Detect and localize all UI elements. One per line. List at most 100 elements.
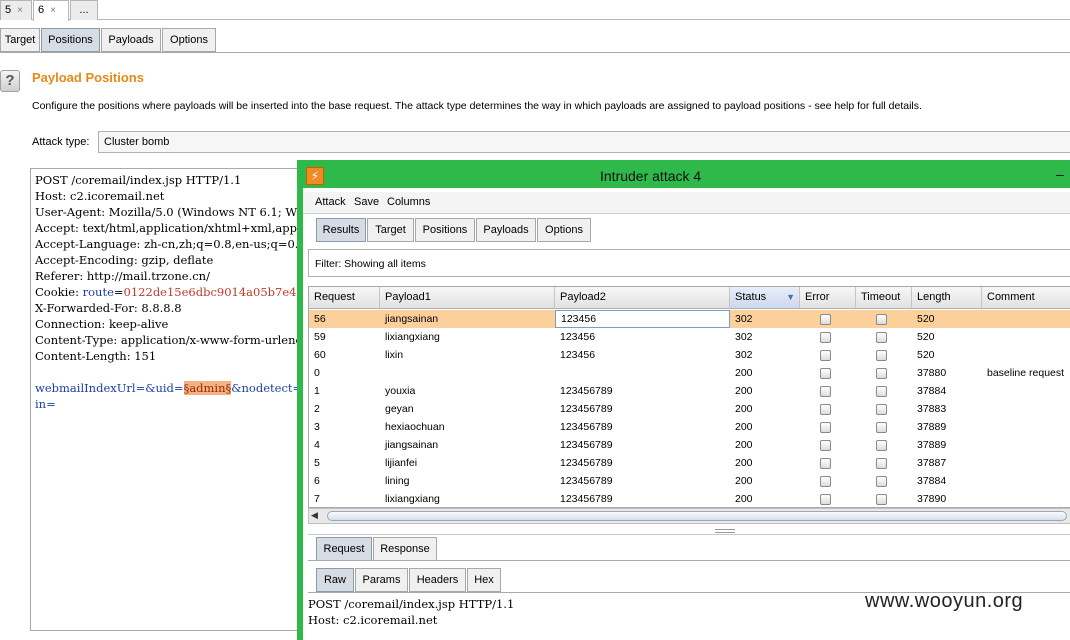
cell-request: 60	[314, 349, 326, 361]
table-row[interactable]: 6 lining 123456789 200 37884	[309, 472, 1070, 490]
timeout-checkbox[interactable]	[876, 440, 887, 451]
error-checkbox[interactable]	[820, 494, 831, 505]
cell-request: 6	[314, 475, 320, 487]
tab-positions[interactable]: Positions	[41, 28, 100, 52]
filter-bar[interactable]: Filter: Showing all items	[308, 249, 1070, 277]
timeout-checkbox[interactable]	[876, 332, 887, 343]
cell-request: 56	[314, 313, 326, 325]
cell-timeout	[856, 418, 912, 436]
minimize-icon[interactable]: –	[1056, 166, 1064, 182]
tab-request[interactable]: Request	[316, 537, 372, 561]
error-checkbox[interactable]	[820, 386, 831, 397]
timeout-checkbox[interactable]	[876, 494, 887, 505]
cell-payload2: 123456	[560, 349, 596, 361]
scrollbar-thumb[interactable]	[327, 511, 1067, 521]
menu-columns[interactable]: Columns	[387, 196, 430, 208]
menu-save[interactable]: Save	[354, 196, 379, 208]
column-header-request[interactable]: Request	[309, 287, 380, 309]
intruder-sub-tabs: Target Positions Payloads Options	[0, 28, 1070, 52]
cell-status: 200	[735, 457, 753, 469]
table-row[interactable]: 7 lixiangxiang 123456789 200 37890	[309, 490, 1070, 507]
close-icon[interactable]: ×	[17, 5, 23, 16]
table-row[interactable]: 5 lijianfei 123456789 200 37887	[309, 454, 1070, 472]
error-checkbox[interactable]	[820, 458, 831, 469]
request-tab-5[interactable]: 5 ×	[0, 0, 32, 20]
request-tab-label: 6	[38, 4, 45, 16]
close-icon[interactable]: ×	[50, 5, 56, 16]
tab-options[interactable]: Options	[162, 28, 216, 52]
timeout-checkbox[interactable]	[876, 422, 887, 433]
error-checkbox[interactable]	[820, 404, 831, 415]
menu-attack[interactable]: Attack	[315, 196, 346, 208]
attack-type-select[interactable]: Cluster bomb	[98, 131, 1070, 153]
cell-length: 37889	[917, 421, 947, 433]
cell-comment	[982, 382, 1070, 400]
error-checkbox[interactable]	[820, 368, 831, 379]
timeout-checkbox[interactable]	[876, 458, 887, 469]
tab-headers[interactable]: Headers	[409, 568, 466, 592]
help-icon[interactable]: ?	[0, 70, 20, 92]
table-row[interactable]: 59 lixiangxiang 123456 302 520	[309, 328, 1070, 346]
error-checkbox[interactable]	[820, 350, 831, 361]
timeout-checkbox[interactable]	[876, 314, 887, 325]
request-editor[interactable]: POST /coremail/index.jsp HTTP/1.1 Host: …	[30, 168, 330, 631]
cell-request: 4	[314, 439, 320, 451]
split-pane-handle[interactable]	[715, 529, 735, 533]
column-header-payload2[interactable]: Payload2	[555, 287, 730, 309]
error-checkbox[interactable]	[820, 476, 831, 487]
timeout-checkbox[interactable]	[876, 386, 887, 397]
cell-payload2: 123456789	[560, 403, 613, 415]
cell-status: 200	[735, 367, 753, 379]
payload-position-marker[interactable]: §admin§	[183, 381, 232, 395]
table-row[interactable]: 60 lixin 123456 302 520	[309, 346, 1070, 364]
tab-target[interactable]: Target	[367, 218, 414, 242]
column-header-length[interactable]: Length	[912, 287, 982, 309]
table-row[interactable]: 2 geyan 123456789 200 37883	[309, 400, 1070, 418]
column-header-status[interactable]: Status ▼	[730, 287, 800, 309]
tab-raw[interactable]: Raw	[316, 568, 354, 592]
horizontal-scrollbar[interactable]: ◀	[308, 508, 1070, 524]
tab-params[interactable]: Params	[355, 568, 408, 592]
scroll-left-icon[interactable]: ◀	[311, 510, 318, 521]
table-row[interactable]: 0 200 37880 baseline request	[309, 364, 1070, 382]
timeout-checkbox[interactable]	[876, 404, 887, 415]
error-checkbox[interactable]	[820, 314, 831, 325]
table-row[interactable]: 3 hexiaochuan 123456789 200 37889	[309, 418, 1070, 436]
table-row[interactable]: 4 jiangsainan 123456789 200 37889	[309, 436, 1070, 454]
column-header-comment[interactable]: Comment	[982, 287, 1070, 309]
request-line: Accept: text/html,application/xhtml+xml,…	[35, 221, 329, 235]
cell-length: 37889	[917, 439, 947, 451]
request-tab-more[interactable]: ...	[70, 0, 98, 20]
tab-payloads[interactable]: Payloads	[101, 28, 161, 52]
cell-timeout	[856, 364, 912, 382]
filter-text: Filter: Showing all items	[315, 258, 426, 270]
timeout-checkbox[interactable]	[876, 476, 887, 487]
cell-timeout	[856, 328, 912, 346]
timeout-checkbox[interactable]	[876, 350, 887, 361]
cookie-eq: =	[113, 285, 124, 299]
table-row[interactable]: 1 youxia 123456789 200 37884	[309, 382, 1070, 400]
timeout-checkbox[interactable]	[876, 368, 887, 379]
menu-bar: Attack Save Columns	[303, 192, 1070, 214]
error-checkbox[interactable]	[820, 422, 831, 433]
tab-response[interactable]: Response	[373, 537, 437, 561]
error-checkbox[interactable]	[820, 332, 831, 343]
section-title: Payload Positions	[32, 70, 144, 85]
column-header-payload1[interactable]: Payload1	[380, 287, 555, 309]
tab-options[interactable]: Options	[537, 218, 591, 242]
table-row[interactable]: 56 jiangsainan 123456 302 520	[309, 310, 1070, 328]
cell-request: 1	[314, 385, 320, 397]
tab-payloads[interactable]: Payloads	[476, 218, 536, 242]
tab-positions[interactable]: Positions	[415, 218, 475, 242]
tab-results[interactable]: Results	[316, 218, 366, 242]
column-header-timeout[interactable]: Timeout	[856, 287, 912, 309]
cell-error	[800, 364, 856, 382]
cell-error	[800, 418, 856, 436]
column-header-error[interactable]: Error	[800, 287, 856, 309]
tab-hex[interactable]: Hex	[467, 568, 501, 592]
cell-comment	[982, 454, 1070, 472]
tab-target[interactable]: Target	[0, 28, 40, 52]
cell-payload2: 123456	[560, 331, 596, 343]
request-tab-6[interactable]: 6 ×	[33, 0, 69, 21]
error-checkbox[interactable]	[820, 440, 831, 451]
